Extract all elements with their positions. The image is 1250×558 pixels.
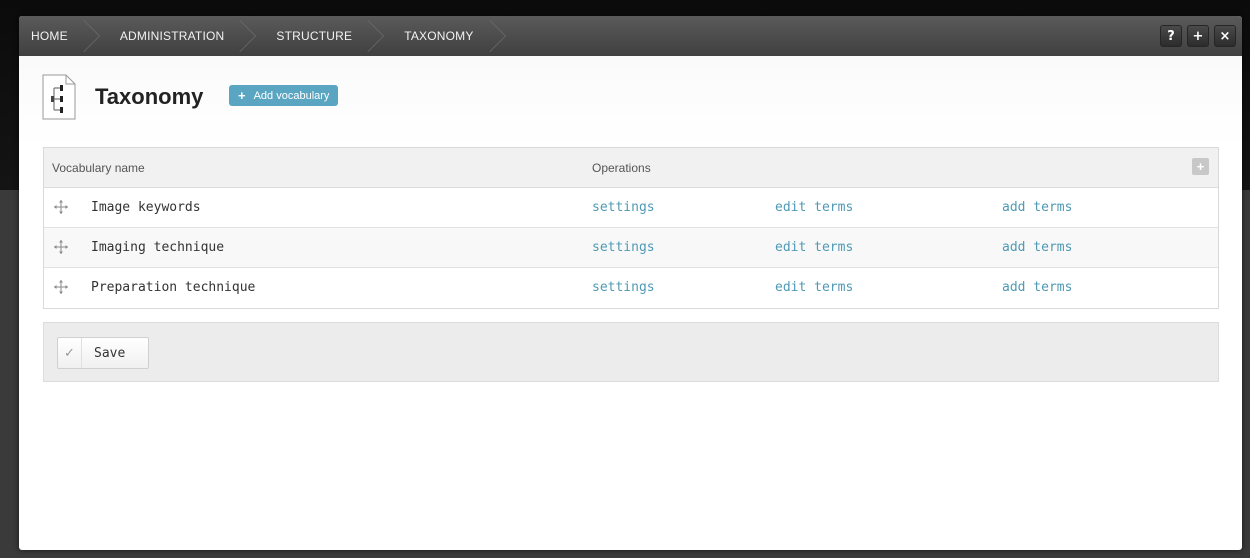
add-terms-link[interactable]: add terms bbox=[1002, 240, 1072, 255]
breadcrumb: HOME ADMINISTRATION STRUCTURE TAXONOMY bbox=[19, 16, 498, 56]
overlay-window: HOME ADMINISTRATION STRUCTURE TAXONOMY ?… bbox=[19, 16, 1242, 550]
toolbar: HOME ADMINISTRATION STRUCTURE TAXONOMY ?… bbox=[19, 16, 1242, 56]
breadcrumb-administration[interactable]: ADMINISTRATION bbox=[92, 16, 249, 56]
toolbar-buttons: ? + × bbox=[1160, 25, 1236, 47]
add-shortcut-button[interactable]: + bbox=[1187, 25, 1209, 47]
vocabulary-table: Vocabulary name Operations + Image keywo… bbox=[43, 147, 1219, 309]
vocabulary-name: Preparation technique bbox=[91, 280, 256, 295]
column-header-operations: Operations bbox=[592, 161, 651, 175]
page-title: Taxonomy bbox=[95, 84, 204, 109]
vocabulary-name: Imaging technique bbox=[91, 240, 225, 255]
page-header: Taxonomy + Add vocabulary bbox=[19, 56, 1242, 147]
column-header-vocabulary-name: Vocabulary name bbox=[52, 161, 145, 175]
table-row: Preparation technique settings edit term… bbox=[44, 268, 1218, 308]
settings-link[interactable]: settings bbox=[592, 280, 655, 295]
drag-handle-icon[interactable] bbox=[53, 199, 69, 215]
breadcrumb-taxonomy[interactable]: TAXONOMY bbox=[376, 16, 497, 56]
form-actions: ✓ Save bbox=[43, 322, 1219, 382]
help-button[interactable]: ? bbox=[1160, 25, 1182, 47]
breadcrumb-structure[interactable]: STRUCTURE bbox=[248, 16, 376, 56]
settings-link[interactable]: settings bbox=[592, 240, 655, 255]
taxonomy-icon bbox=[42, 74, 76, 120]
table-row: Imaging technique settings edit terms ad… bbox=[44, 228, 1218, 268]
plus-icon: + bbox=[238, 88, 246, 103]
add-vocabulary-button[interactable]: + Add vocabulary bbox=[229, 85, 339, 106]
add-terms-link[interactable]: add terms bbox=[1002, 280, 1072, 295]
edit-terms-link[interactable]: edit terms bbox=[775, 200, 853, 215]
checkmark-icon: ✓ bbox=[58, 338, 82, 368]
table-row: Image keywords settings edit terms add t… bbox=[44, 188, 1218, 228]
drag-handle-icon[interactable] bbox=[53, 239, 69, 255]
save-button[interactable]: ✓ Save bbox=[57, 337, 149, 369]
close-icon: × bbox=[1219, 28, 1231, 44]
edit-terms-link[interactable]: edit terms bbox=[775, 280, 853, 295]
edit-terms-link[interactable]: edit terms bbox=[775, 240, 853, 255]
breadcrumb-home[interactable]: HOME bbox=[19, 16, 92, 56]
vocabulary-name: Image keywords bbox=[91, 200, 201, 215]
add-terms-link[interactable]: add terms bbox=[1002, 200, 1072, 215]
drag-handle-icon[interactable] bbox=[53, 279, 69, 295]
settings-link[interactable]: settings bbox=[592, 200, 655, 215]
close-button[interactable]: × bbox=[1214, 25, 1236, 47]
table-header: Vocabulary name Operations + bbox=[44, 148, 1218, 188]
show-row-weights-icon[interactable]: + bbox=[1192, 158, 1209, 175]
add-vocabulary-label: Add vocabulary bbox=[253, 89, 330, 102]
save-label: Save bbox=[94, 345, 126, 361]
plus-icon: + bbox=[1192, 28, 1204, 44]
help-icon: ? bbox=[1167, 28, 1175, 44]
